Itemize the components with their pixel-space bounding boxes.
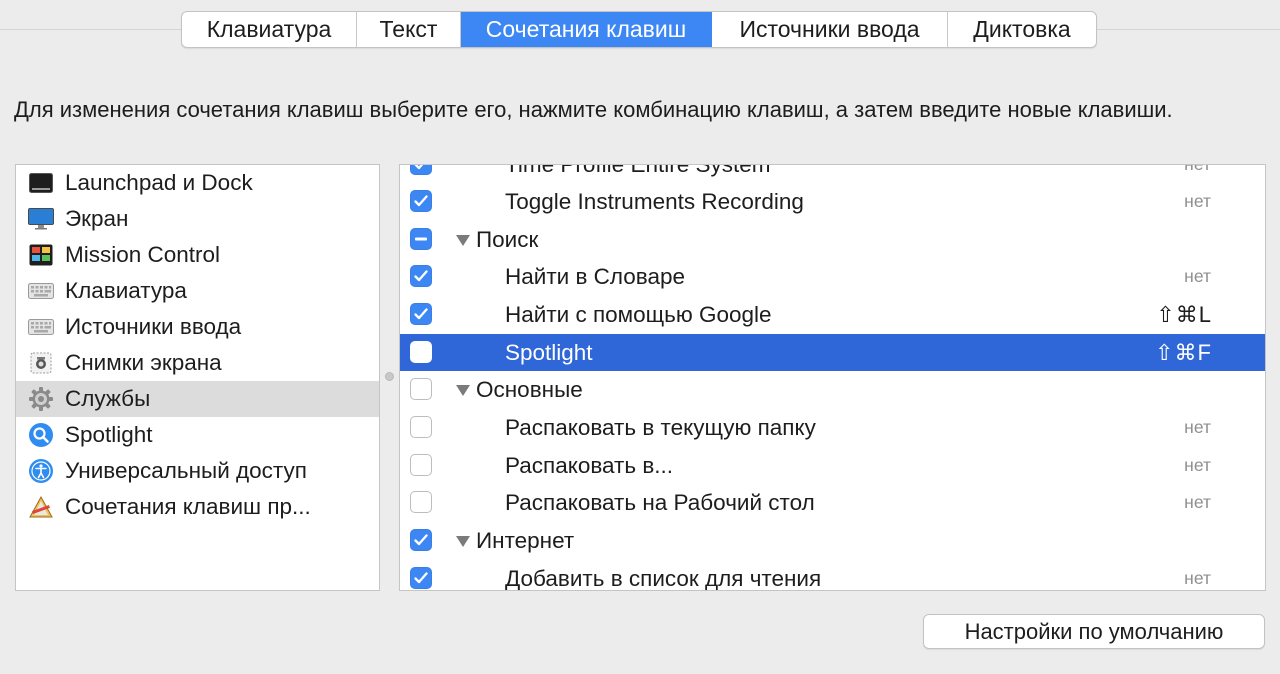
shortcut-row[interactable]: Найти с помощью Google ⇧⌘L bbox=[400, 296, 1265, 333]
category-label: Службы bbox=[65, 386, 151, 411]
shortcut-keys[interactable]: нет bbox=[1184, 560, 1211, 590]
accessibility-icon bbox=[28, 458, 54, 484]
checkbox[interactable] bbox=[410, 378, 432, 400]
checkbox[interactable] bbox=[410, 228, 432, 250]
category-services[interactable]: Службы bbox=[16, 381, 379, 417]
tab-input-sources[interactable]: Источники ввода bbox=[712, 12, 948, 47]
shortcut-row[interactable]: Time Profile Entire System нет bbox=[400, 164, 1265, 183]
gear-icon bbox=[28, 386, 54, 412]
shortcut-row[interactable]: Распаковать в текущую папку нет bbox=[400, 409, 1265, 446]
checkbox[interactable] bbox=[410, 190, 432, 212]
disclosure-triangle-icon[interactable] bbox=[456, 536, 470, 547]
shortcut-label: Распаковать в текущую папку bbox=[505, 415, 816, 440]
shortcut-group-row[interactable]: Основные bbox=[400, 371, 1265, 408]
shortcut-list[interactable]: Time Profile Entire System нет Toggle In… bbox=[399, 164, 1266, 591]
shortcut-row[interactable]: Распаковать в... нет bbox=[400, 447, 1265, 484]
tab-keyboard[interactable]: Клавиатура bbox=[182, 12, 357, 47]
tab-bar: Клавиатура Текст Сочетания клавиш Источн… bbox=[181, 11, 1097, 48]
category-label: Клавиатура bbox=[65, 278, 187, 303]
category-label: Экран bbox=[65, 206, 129, 231]
mission-control-icon bbox=[28, 242, 54, 268]
shortcut-row[interactable]: Добавить в список для чтения нет bbox=[400, 560, 1265, 591]
tab-shortcuts[interactable]: Сочетания клавиш bbox=[461, 12, 712, 47]
category-label: Снимки экрана bbox=[65, 350, 222, 375]
checkbox[interactable] bbox=[410, 416, 432, 438]
app-shortcuts-icon bbox=[28, 494, 54, 520]
category-accessibility[interactable]: Универсальный доступ bbox=[16, 453, 379, 489]
checkbox[interactable] bbox=[410, 529, 432, 551]
checkbox[interactable] bbox=[410, 567, 432, 589]
shortcut-keys[interactable]: нет bbox=[1184, 484, 1211, 521]
checkbox[interactable] bbox=[410, 303, 432, 325]
split-view-divider[interactable] bbox=[385, 372, 394, 381]
category-display[interactable]: Экран bbox=[16, 201, 379, 237]
category-mission-control[interactable]: Mission Control bbox=[16, 237, 379, 273]
category-label: Источники ввода bbox=[65, 314, 242, 339]
shortcut-row[interactable]: Распаковать на Рабочий стол нет bbox=[400, 484, 1265, 521]
shortcut-keys[interactable]: нет bbox=[1184, 183, 1211, 220]
shortcut-keys[interactable]: нет bbox=[1184, 258, 1211, 295]
spotlight-search-icon bbox=[28, 422, 54, 448]
disclosure-triangle-icon[interactable] bbox=[456, 235, 470, 246]
shortcut-row-selected[interactable]: Spotlight ⇧⌘F bbox=[400, 334, 1265, 371]
category-label: Spotlight bbox=[65, 422, 153, 447]
category-list[interactable]: Launchpad и Dock Экран Mission Control К… bbox=[15, 164, 380, 591]
checkbox[interactable] bbox=[410, 165, 432, 175]
shortcut-keys[interactable]: нет bbox=[1184, 447, 1211, 484]
shortcut-label: Распаковать на Рабочий стол bbox=[505, 490, 815, 515]
category-app-shortcuts[interactable]: Сочетания клавиш пр... bbox=[16, 489, 379, 525]
instructions-text: Для изменения сочетания клавиш выберите … bbox=[14, 97, 1173, 122]
disclosure-triangle-icon[interactable] bbox=[456, 385, 470, 396]
shortcut-row[interactable]: Toggle Instruments Recording нет bbox=[400, 183, 1265, 220]
shortcut-group-row[interactable]: Поиск bbox=[400, 221, 1265, 258]
shortcut-label: Time Profile Entire System bbox=[505, 164, 771, 177]
launchpad-dock-icon bbox=[28, 170, 54, 196]
shortcut-label: Spotlight bbox=[505, 340, 593, 365]
category-label: Launchpad и Dock bbox=[65, 170, 253, 195]
shortcut-label: Найти в Словаре bbox=[505, 264, 686, 289]
group-label: Поиск bbox=[476, 227, 539, 252]
tab-text[interactable]: Текст bbox=[357, 12, 461, 47]
category-screenshots[interactable]: Снимки экрана bbox=[16, 345, 379, 381]
group-label: Основные bbox=[476, 377, 583, 402]
input-sources-icon bbox=[28, 314, 54, 340]
checkbox[interactable] bbox=[410, 341, 432, 363]
shortcut-label: Добавить в список для чтения bbox=[505, 566, 822, 591]
shortcut-keys[interactable]: нет bbox=[1184, 165, 1211, 183]
category-label: Сочетания клавиш пр... bbox=[65, 494, 311, 519]
shortcut-keys[interactable]: нет bbox=[1184, 409, 1211, 446]
group-label: Интернет bbox=[476, 528, 575, 553]
category-label: Универсальный доступ bbox=[65, 458, 307, 483]
shortcut-label: Распаковать в... bbox=[505, 453, 674, 478]
category-launchpad-dock[interactable]: Launchpad и Dock bbox=[16, 165, 379, 201]
shortcut-row[interactable]: Найти в Словаре нет bbox=[400, 258, 1265, 295]
shortcut-label: Toggle Instruments Recording bbox=[505, 189, 804, 214]
restore-defaults-button[interactable]: Настройки по умолчанию bbox=[923, 614, 1265, 649]
category-label: Mission Control bbox=[65, 242, 221, 267]
display-icon bbox=[28, 206, 54, 232]
tab-dictation[interactable]: Диктовка bbox=[948, 12, 1096, 47]
checkbox[interactable] bbox=[410, 265, 432, 287]
checkbox[interactable] bbox=[410, 454, 432, 476]
shortcut-group-row[interactable]: Интернет bbox=[400, 522, 1265, 559]
keyboard-icon bbox=[28, 278, 54, 304]
shortcut-label: Найти с помощью Google bbox=[505, 302, 772, 327]
category-input-sources[interactable]: Источники ввода bbox=[16, 309, 379, 345]
category-spotlight[interactable]: Spotlight bbox=[16, 417, 379, 453]
shortcut-keys[interactable]: ⇧⌘L bbox=[1156, 296, 1212, 333]
screenshot-icon bbox=[28, 350, 54, 376]
shortcut-keys[interactable]: ⇧⌘F bbox=[1155, 334, 1212, 371]
category-keyboard[interactable]: Клавиатура bbox=[16, 273, 379, 309]
checkbox[interactable] bbox=[410, 491, 432, 513]
